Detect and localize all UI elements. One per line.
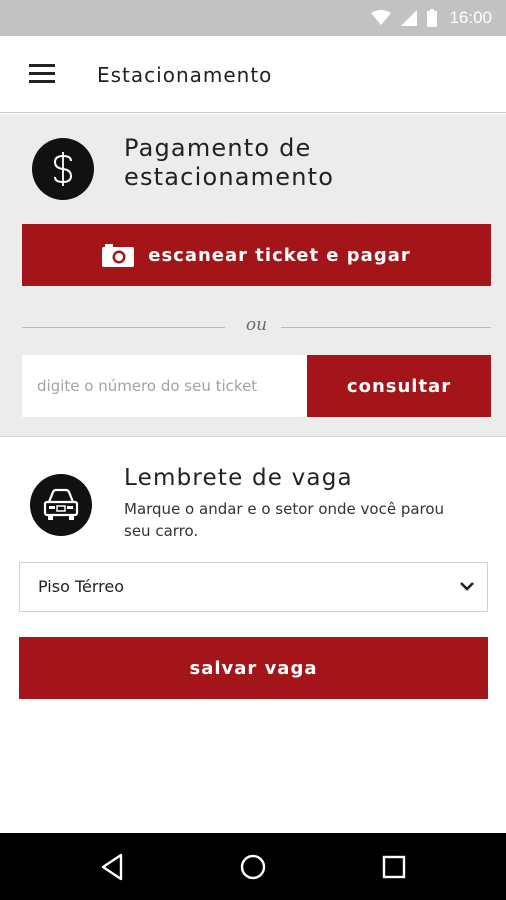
reminder-description: Marque o andar e o setor onde você parou…: [124, 500, 445, 540]
status-icons: 16:00: [371, 8, 492, 28]
home-icon[interactable]: [237, 851, 269, 883]
system-nav-bar: [0, 833, 506, 900]
status-time: 16:00: [449, 8, 492, 27]
payment-title: Pagamento de estacionamento: [124, 134, 335, 191]
reminder-title: Lembrete de vaga: [124, 465, 353, 491]
battery-icon: [427, 9, 438, 27]
or-label: ou: [245, 315, 268, 335]
consult-button[interactable]: consultar: [307, 355, 491, 417]
floor-select[interactable]: Piso Térreo: [19, 562, 488, 612]
back-icon[interactable]: [97, 851, 129, 883]
scan-ticket-button[interactable]: escanear ticket e pagar: [22, 224, 491, 286]
menu-icon[interactable]: [29, 64, 55, 84]
divider-line-right: [281, 327, 491, 328]
wifi-icon: [371, 10, 392, 25]
car-icon: [30, 474, 92, 536]
chevron-down-icon: [460, 582, 474, 591]
page-title: Estacionamento: [97, 63, 273, 87]
status-bar: 16:00: [0, 0, 506, 36]
camera-icon: [102, 244, 135, 267]
scan-ticket-label: escanear ticket e pagar: [148, 244, 411, 266]
or-divider: ou: [22, 315, 491, 339]
ticket-number-input[interactable]: [22, 355, 307, 417]
signal-icon: [401, 10, 418, 26]
recents-icon[interactable]: [378, 851, 410, 883]
parking-payment-section: Pagamento de estacionamento escanear tic…: [0, 114, 506, 437]
app-bar: Estacionamento: [0, 36, 506, 113]
dollar-icon: [32, 138, 94, 200]
save-spot-button[interactable]: salvar vaga: [19, 637, 488, 699]
spot-reminder-section: Lembrete de vaga Marque o andar e o seto…: [0, 437, 506, 833]
floor-select-value: Piso Térreo: [38, 577, 125, 596]
